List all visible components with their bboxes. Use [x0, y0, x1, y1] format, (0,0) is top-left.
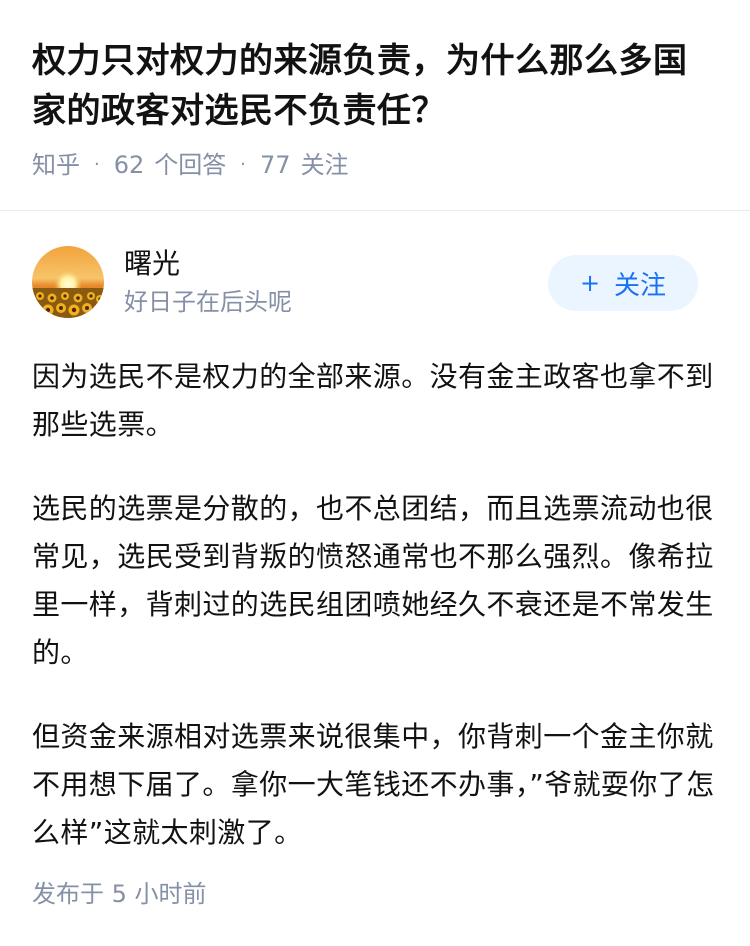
- author-name[interactable]: 曙光: [124, 245, 292, 283]
- plus-icon: +: [579, 269, 601, 297]
- avatar[interactable]: [32, 246, 104, 318]
- follow-count-label: 关注: [300, 151, 349, 179]
- question-title[interactable]: 权力只对权力的来源负责，为什么那么多国家的政客对选民不负责任？: [32, 36, 718, 136]
- separator-dot: ·: [94, 154, 100, 175]
- answer-paragraph: 因为选民不是权力的全部来源。没有金主政客也拿不到那些选票。: [32, 360, 714, 441]
- sunflower-sunset-image: [32, 246, 104, 318]
- follow-button-label: 关注: [614, 270, 667, 301]
- follow-count: 77: [260, 151, 291, 179]
- separator-dot: ·: [240, 154, 247, 175]
- answer-paragraph: 但资金来源相对选票来说很集中，你背刺一个金主你就不用想下届了。拿你一大笔钱还不办…: [32, 720, 715, 849]
- answer-count-label[interactable]: 个回答: [154, 148, 226, 182]
- author-row: 曙光 好日子在后头呢 + 关注: [0, 211, 750, 319]
- question-meta: 知乎 · 62 个回答 · 77 关注: [32, 148, 718, 182]
- answer-paragraph: 选民的选票是分散的，也不总团结，而且选票流动也很常见，选民受到背叛的愤怒通常也不…: [32, 492, 714, 669]
- author-bio: 好日子在后头呢: [124, 288, 292, 316]
- follow-button[interactable]: + 关注: [548, 255, 698, 311]
- answer-content: 因为选民不是权力的全部来源。没有金主政客也拿不到那些选票。 选民的选票是分散的，…: [0, 319, 750, 857]
- publish-time: 发布于 5 小时前: [32, 880, 207, 908]
- question-header: 权力只对权力的来源负责，为什么那么多国家的政客对选民不负责任？ 知乎 · 62 …: [0, 0, 750, 182]
- answer-page: 权力只对权力的来源负责，为什么那么多国家的政客对选民不负责任？ 知乎 · 62 …: [0, 0, 750, 946]
- source-label[interactable]: 知乎: [32, 148, 80, 182]
- author-info: 曙光 好日子在后头呢: [124, 245, 292, 319]
- answer-count: 62: [113, 151, 145, 179]
